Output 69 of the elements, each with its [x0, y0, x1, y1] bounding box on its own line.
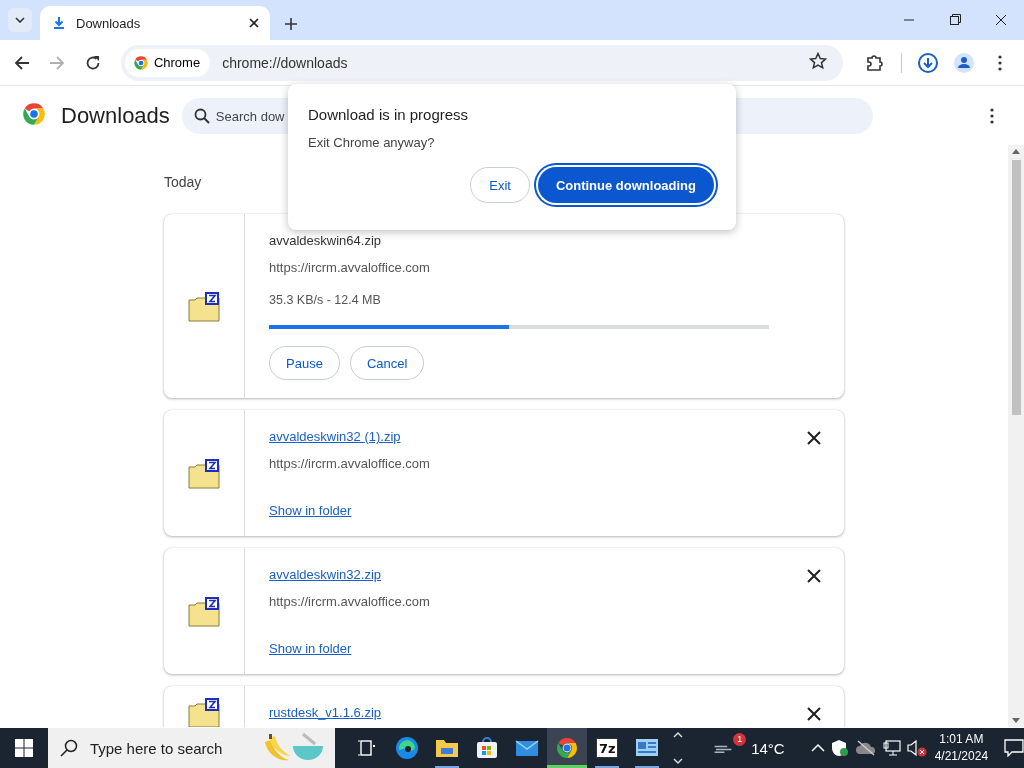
taskbar-search-field[interactable]: Type here to search: [47, 728, 336, 768]
scroll-down-icon[interactable]: [1012, 718, 1020, 723]
show-in-folder-link[interactable]: Show in folder: [269, 503, 352, 518]
back-arrow-icon: [13, 54, 30, 71]
file-name[interactable]: rustdesk_v1.1.6.zip: [269, 705, 820, 720]
shield-icon[interactable]: [830, 739, 849, 757]
network-icon[interactable]: [882, 740, 901, 756]
menu-icon: [998, 54, 1002, 71]
close-icon: [807, 707, 821, 721]
plus-icon: [284, 17, 298, 31]
chevron-up-icon[interactable]: [810, 743, 825, 753]
edge-icon[interactable]: [395, 736, 420, 760]
chrome-icon: [132, 54, 149, 71]
sevenzip-icon[interactable]: 7z: [596, 738, 619, 758]
zip-file-icon: [188, 290, 220, 322]
file-name[interactable]: avvaldeskwin32.zip: [269, 567, 820, 582]
action-button[interactable]: Pause: [269, 346, 340, 380]
tab-search-button[interactable]: [8, 8, 32, 32]
source-url: https://ircrm.avvaloffice.com: [269, 594, 431, 609]
caret-icon: [15, 17, 25, 23]
tab-title: Downloads: [76, 15, 142, 31]
chrome-icon[interactable]: [555, 736, 580, 760]
search-icon: [59, 739, 78, 757]
source-url: https://ircrm.avvaloffice.com: [269, 260, 431, 275]
download-icon: [52, 16, 66, 30]
dialog-message: Exit Chrome anyway?: [308, 135, 436, 150]
clock-time: 1:01 AM: [939, 731, 984, 748]
store-icon[interactable]: [475, 736, 500, 760]
address-bar[interactable]: Chrome chrome://downloads: [120, 44, 843, 81]
clock[interactable]: 1:01 AM 4/21/2024: [934, 731, 989, 765]
windows-logo-icon: [14, 739, 33, 757]
notification-badge: 1: [733, 732, 747, 746]
scrollbar-thumb[interactable]: [1011, 160, 1021, 415]
puzzle-icon: [866, 53, 884, 72]
site-chip[interactable]: Chrome: [124, 48, 211, 77]
secondary-button[interactable]: Exit: [470, 167, 530, 203]
reload-icon: [85, 54, 102, 71]
file-name[interactable]: avvaldeskwin32 (1).zip: [269, 429, 820, 444]
file-name: avvaldeskwin64.zip: [269, 233, 382, 248]
chrome-logo-icon: [21, 101, 47, 127]
close-icon: [807, 569, 821, 583]
search-icon: [193, 108, 210, 124]
cloud-icon[interactable]: [854, 740, 877, 756]
section-heading: Today: [164, 174, 202, 190]
close-icon: [807, 431, 821, 445]
close-icon[interactable]: [248, 17, 260, 29]
menu-icon: [990, 108, 994, 124]
bookmark-star-icon[interactable]: [809, 51, 827, 70]
browser-tab[interactable]: Downloads: [40, 6, 270, 40]
dialog-title: Download is in progress: [308, 106, 470, 123]
volume-muted-icon[interactable]: [906, 739, 927, 757]
zip-file-icon: [188, 457, 220, 489]
download-status: 35.3 KB/s - 12.4 MB: [269, 293, 382, 307]
temperature: 14°C: [751, 739, 785, 757]
zip-file-icon: [188, 595, 220, 627]
action-button[interactable]: Cancel: [349, 346, 425, 380]
url-text: chrome://downloads: [222, 54, 349, 71]
forward-arrow-icon: [49, 54, 66, 71]
scrollbar-track[interactable]: [1008, 145, 1024, 727]
notifications-icon[interactable]: [1004, 739, 1024, 757]
source-url: https://ircrm.avvaloffice.com: [269, 456, 431, 471]
download-circle-icon: [917, 51, 939, 74]
scroll-up-icon[interactable]: [1012, 149, 1020, 154]
show-in-folder-link[interactable]: Show in folder: [269, 641, 352, 656]
clock-date: 4/21/2024: [934, 748, 989, 765]
task-view-icon[interactable]: [358, 738, 377, 758]
person-icon: [953, 51, 975, 74]
page-title: Downloads: [61, 103, 170, 129]
new-tab-button[interactable]: [284, 17, 298, 31]
